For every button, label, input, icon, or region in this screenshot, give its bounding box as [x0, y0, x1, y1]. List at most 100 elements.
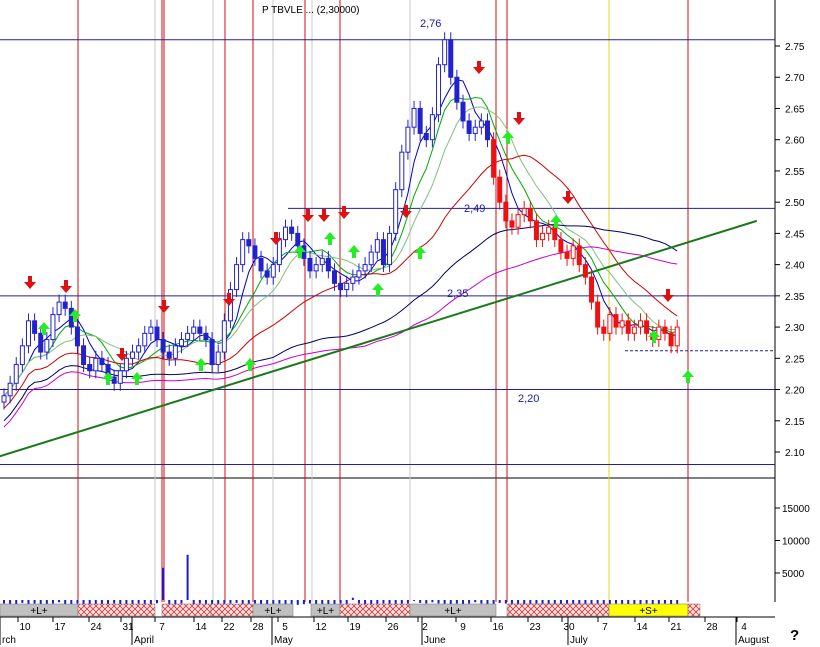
date-tick-label: 19: [349, 622, 361, 633]
candle-body: [478, 120, 484, 128]
signal-band-label: +S+: [639, 606, 658, 617]
price-tick-label: 2.10: [785, 448, 805, 459]
candle-body: [405, 126, 411, 153]
date-tick-label: 7: [159, 622, 165, 633]
price-tick-label: 2.45: [785, 229, 805, 240]
candle-body: [368, 251, 374, 266]
level-label: 2,49: [464, 203, 485, 215]
date-tick-label: 5: [282, 622, 288, 633]
candle-body: [319, 257, 325, 266]
candle-body: [595, 301, 601, 328]
candle-body: [203, 332, 209, 341]
candle-body: [564, 251, 570, 259]
date-tick-label: 10: [19, 622, 31, 633]
month-label: rch: [2, 635, 16, 646]
candle-body: [387, 232, 393, 266]
candle-body: [325, 257, 331, 272]
date-tick-label: 2: [422, 622, 428, 633]
date-tick-label: 7: [602, 622, 608, 633]
candle-body: [460, 101, 466, 122]
candle-body: [527, 207, 533, 222]
month-label: June: [424, 635, 446, 646]
signal-band-label: +L+: [317, 606, 334, 617]
candle-body: [68, 307, 74, 328]
candle-body: [497, 176, 503, 203]
candle-body: [448, 39, 454, 78]
date-tick-label: 21: [670, 622, 682, 633]
signal-band: [210, 603, 254, 617]
date-tick-label: 28: [706, 622, 718, 633]
price-tick-label: 2.55: [785, 167, 805, 178]
candle-body: [13, 364, 19, 384]
candle-body: [631, 326, 637, 334]
candle-body: [136, 345, 142, 353]
date-tick-label: 28: [252, 622, 264, 633]
candle-body: [515, 214, 521, 228]
price-tick-label: 2.40: [785, 261, 805, 272]
candle-body: [130, 351, 136, 359]
candle-body: [613, 314, 619, 328]
level-label: 2,20: [518, 393, 539, 405]
candle-body: [221, 320, 227, 353]
date-tick-label: 9: [460, 622, 466, 633]
candle-body: [160, 339, 166, 353]
candle-body: [50, 314, 56, 341]
month-label: April: [134, 635, 154, 646]
candle-body: [374, 239, 380, 253]
candle-body: [350, 276, 356, 284]
date-tick-label: 14: [636, 622, 648, 633]
level-label: 2,35: [447, 288, 468, 300]
volume-tick-label: 15000: [782, 504, 810, 515]
candle-body: [331, 270, 337, 284]
price-tick-label: 2.60: [785, 136, 805, 147]
candle-body: [142, 332, 148, 347]
candle-body: [197, 326, 203, 334]
candle-body: [472, 126, 478, 134]
help-icon[interactable]: ?: [790, 627, 799, 644]
candle-body: [674, 326, 680, 347]
candle-body: [270, 264, 276, 278]
candle-body: [307, 257, 313, 272]
candle-body: [491, 139, 497, 178]
price-tick-label: 2.50: [785, 198, 805, 209]
candle-body: [637, 320, 643, 328]
candle-body: [38, 332, 44, 353]
candle-body: [240, 239, 246, 266]
volume-tick-label: 10000: [782, 537, 810, 548]
candle-body: [44, 339, 50, 353]
candle-body: [289, 226, 295, 234]
candle-body: [301, 245, 307, 259]
candle-body: [283, 226, 289, 241]
candle-body: [558, 239, 564, 253]
candle-body: [246, 239, 252, 247]
candle-body: [546, 226, 552, 234]
price-tick-label: 2.20: [785, 386, 805, 397]
candle-body: [7, 382, 13, 397]
candle-body: [362, 264, 368, 272]
month-label: July: [570, 635, 588, 646]
candle-body: [570, 245, 576, 259]
candle-body: [509, 220, 515, 228]
candle-body: [117, 370, 123, 384]
candle-body: [74, 326, 80, 347]
candle-body: [552, 226, 558, 241]
candle-body: [32, 320, 38, 334]
candle-body: [429, 114, 435, 141]
level-label: 2,76: [420, 18, 441, 30]
candle-body: [154, 326, 160, 341]
candle-body: [19, 345, 25, 366]
candle-body: [99, 357, 105, 366]
candle-body: [576, 245, 582, 266]
candle-body: [56, 301, 62, 316]
candle-body: [582, 264, 588, 278]
chart-title: P TBVLE ... (2,30000): [262, 5, 359, 16]
candle-body: [215, 351, 221, 366]
candle-body: [503, 201, 509, 222]
candle-body: [417, 107, 423, 134]
candle-body: [264, 270, 270, 278]
date-tick-label: 4: [741, 622, 747, 633]
price-tick-label: 2.65: [785, 104, 805, 115]
candle-body: [313, 264, 319, 272]
date-tick-label: 16: [492, 622, 504, 633]
candle-body: [625, 320, 631, 334]
